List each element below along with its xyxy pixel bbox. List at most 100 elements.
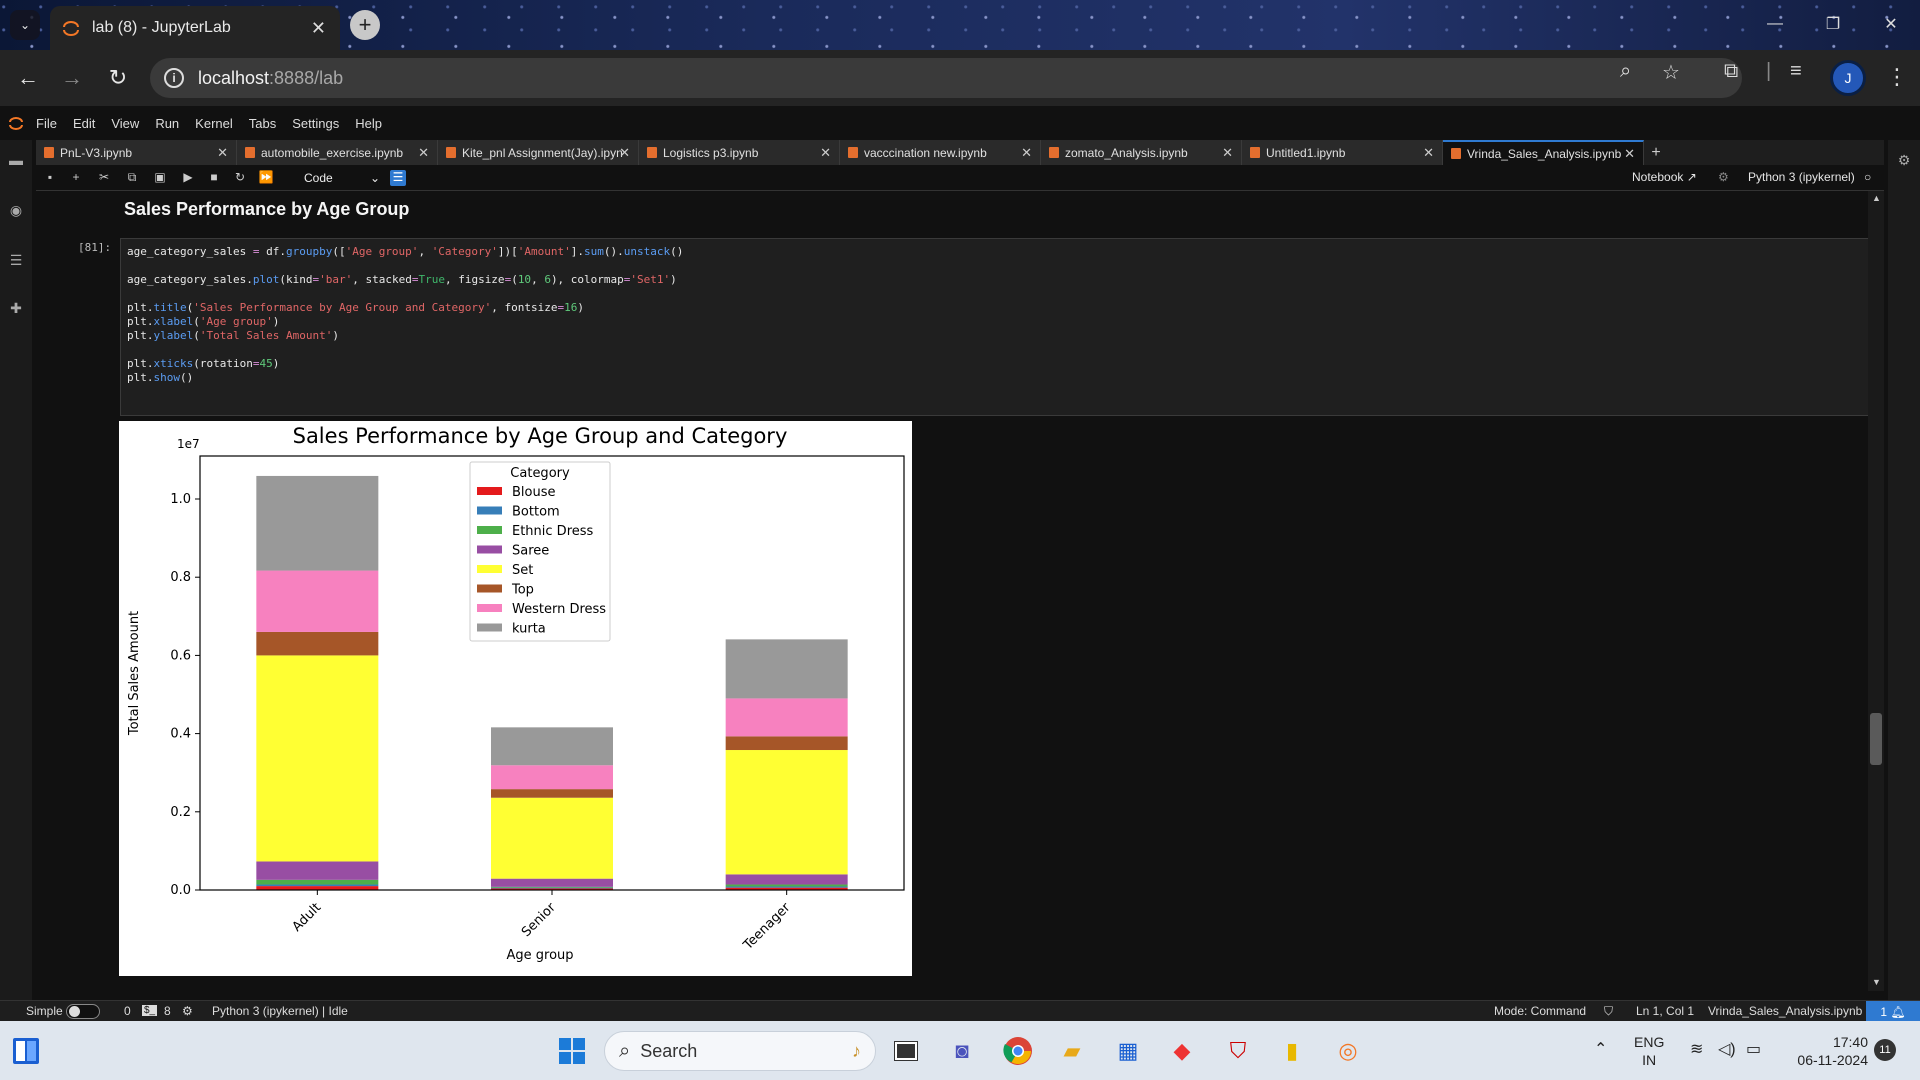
new-tab-button[interactable]: + xyxy=(350,10,380,40)
notifications-button[interactable]: 1 🔔︎ xyxy=(1866,1001,1920,1022)
language-indicator[interactable]: ENG IN xyxy=(1634,1033,1664,1069)
wifi-icon[interactable]: ≋ xyxy=(1690,1041,1703,1059)
menu-edit[interactable]: Edit xyxy=(73,116,95,131)
teams-icon[interactable]: ◙ xyxy=(944,1033,980,1069)
close-tab-icon[interactable]: ✕ xyxy=(311,18,326,39)
paste-icon[interactable]: ▣ xyxy=(152,170,168,186)
close-icon[interactable]: ✕ xyxy=(418,145,429,161)
open-notebook-link[interactable]: Notebook ↗ xyxy=(1632,170,1697,184)
scroll-up-icon[interactable]: ▲ xyxy=(1872,193,1881,203)
address-bar[interactable]: i localhost:8888/lab xyxy=(150,58,1742,98)
minimize-icon: — xyxy=(1767,15,1783,32)
menu-tabs[interactable]: Tabs xyxy=(249,116,276,131)
tab-notebook[interactable]: zomato_Analysis.ipynb ✕ xyxy=(1041,140,1242,165)
clock[interactable]: 17:40 06-11-2024 xyxy=(1788,1033,1868,1069)
new-launcher-button[interactable]: + xyxy=(1644,140,1668,165)
code-line: age_category_sales = df.groupby(['Age gr… xyxy=(127,245,684,258)
restore-button[interactable]: ❐ xyxy=(1804,0,1862,48)
table-of-contents-toggle-icon[interactable]: ☰ xyxy=(390,170,406,186)
start-button[interactable] xyxy=(554,1033,590,1069)
terminal-icon[interactable]: $_ xyxy=(142,1005,158,1016)
kernel-gear-icon[interactable]: ⚙ xyxy=(182,1004,193,1018)
kernel-name[interactable]: Python 3 (ipykernel) xyxy=(1748,170,1855,184)
taskbar-search[interactable]: ⌕ Search ♪ xyxy=(604,1031,876,1071)
save-icon[interactable]: ▪ xyxy=(42,170,58,186)
tab-notebook[interactable]: automobile_exercise.ipynb ✕ xyxy=(237,140,438,165)
more-menu-icon[interactable]: ⋮ xyxy=(1886,64,1908,90)
jupyter-taskbar-icon[interactable]: ◎ xyxy=(1330,1033,1366,1069)
copy-icon[interactable]: ⧉ xyxy=(124,170,140,186)
insert-cell-icon[interactable]: + xyxy=(68,170,84,186)
scroll-down-icon[interactable]: ▼ xyxy=(1872,977,1881,987)
code-cell[interactable]: age_category_sales = df.groupby(['Age gr… xyxy=(120,238,1884,416)
close-icon[interactable]: ✕ xyxy=(619,145,630,161)
notification-count: 11 xyxy=(1879,1044,1891,1056)
extensions-icon[interactable]: ⧉ xyxy=(1724,60,1738,83)
anydesk-icon[interactable]: ◆ xyxy=(1164,1033,1200,1069)
close-icon[interactable]: ✕ xyxy=(217,145,228,161)
power-bi-icon[interactable]: ▮ xyxy=(1274,1033,1310,1069)
settings-icon[interactable]: ⚙ xyxy=(1718,170,1729,184)
restart-run-all-icon[interactable]: ⏩ xyxy=(258,170,274,186)
task-view-icon[interactable] xyxy=(888,1033,924,1069)
store-icon[interactable]: ▦ xyxy=(1110,1033,1146,1069)
tab-notebook[interactable]: vacccination new.ipynb ✕ xyxy=(840,140,1041,165)
stop-icon[interactable]: ■ xyxy=(206,170,222,186)
media-control-icon[interactable]: ≡ xyxy=(1790,60,1802,83)
tab-notebook[interactable]: Logistics p3.ipynb ✕ xyxy=(639,140,840,165)
tab-notebook-active[interactable]: Vrinda_Sales_Analysis.ipynb ✕ xyxy=(1443,140,1644,165)
close-icon[interactable]: ✕ xyxy=(1222,145,1233,161)
property-inspector-icon[interactable]: ⚙ xyxy=(1896,152,1912,168)
menu-kernel[interactable]: Kernel xyxy=(195,116,233,131)
close-icon[interactable]: ✕ xyxy=(1423,145,1434,161)
bar-segment xyxy=(725,884,848,887)
chrome-icon[interactable] xyxy=(1000,1033,1036,1069)
menu-file[interactable]: File xyxy=(36,116,57,131)
tab-notebook[interactable]: Untitled1.ipynb ✕ xyxy=(1242,140,1443,165)
tray-overflow-icon[interactable]: ⌃ xyxy=(1594,1041,1607,1059)
file-explorer-icon[interactable]: ▰ xyxy=(1054,1033,1090,1069)
close-icon[interactable]: ✕ xyxy=(820,145,831,161)
tab-notebook[interactable]: Kite_pnl Assignment(Jay).ipyn ✕ xyxy=(438,140,639,165)
menu-settings[interactable]: Settings xyxy=(292,116,339,131)
volume-icon[interactable]: ◁) xyxy=(1718,1041,1736,1059)
back-button[interactable]: ← xyxy=(14,64,42,92)
cut-icon[interactable]: ✂ xyxy=(96,170,112,186)
profile-avatar[interactable]: J xyxy=(1830,60,1866,96)
cell-type-select[interactable]: Code ⌄ xyxy=(300,169,380,187)
tab-notebook[interactable]: PnL-V3.ipynb ✕ xyxy=(36,140,237,165)
close-icon[interactable]: ✕ xyxy=(1021,145,1032,161)
shield-icon[interactable]: ⛉ xyxy=(1604,1004,1613,1019)
kernel-status[interactable]: Python 3 (ipykernel) | Idle xyxy=(212,1004,348,1018)
notebook-scrollbar[interactable]: ▲ ▼ xyxy=(1868,191,1884,991)
close-window-button[interactable]: ✕ xyxy=(1862,0,1920,48)
code-line: plt.show() xyxy=(127,371,194,384)
site-info-icon[interactable]: i xyxy=(164,68,184,88)
forward-button[interactable]: → xyxy=(58,64,86,92)
notification-badge[interactable]: 11 xyxy=(1874,1039,1896,1061)
cursor-position[interactable]: Ln 1, Col 1 xyxy=(1636,1004,1694,1018)
running-kernels-icon[interactable]: ◉ xyxy=(8,202,24,218)
mcafee-icon[interactable]: ⛉ xyxy=(1220,1033,1256,1069)
battery-icon[interactable]: ▭ xyxy=(1746,1041,1761,1059)
close-icon[interactable]: ✕ xyxy=(1624,146,1635,162)
tab-search-button[interactable]: ⌄ xyxy=(10,10,40,40)
restart-icon[interactable]: ↻ xyxy=(232,170,248,186)
menu-run[interactable]: Run xyxy=(155,116,179,131)
widgets-icon[interactable] xyxy=(8,1033,44,1069)
minimize-button[interactable]: — xyxy=(1746,0,1804,48)
zoom-icon[interactable]: ⌕ xyxy=(1620,60,1631,83)
reload-button[interactable]: ↻ xyxy=(104,64,132,92)
extensions-puzzle-icon[interactable]: ✚ xyxy=(8,300,24,316)
bar-segment xyxy=(256,655,379,862)
menu-view[interactable]: View xyxy=(111,116,139,131)
table-of-contents-icon[interactable]: ☰ xyxy=(8,252,24,268)
scrollbar-thumb[interactable] xyxy=(1870,713,1882,765)
search-placeholder: Search xyxy=(640,1040,698,1061)
browser-tab-active[interactable]: lab (8) - JupyterLab ✕ xyxy=(50,6,340,50)
menu-help[interactable]: Help xyxy=(355,116,382,131)
bookmark-star-icon[interactable]: ☆ xyxy=(1662,60,1680,85)
simple-mode-toggle[interactable] xyxy=(66,1004,100,1019)
run-icon[interactable]: ▶ xyxy=(180,170,196,186)
folder-icon[interactable]: ▬ xyxy=(8,152,24,168)
